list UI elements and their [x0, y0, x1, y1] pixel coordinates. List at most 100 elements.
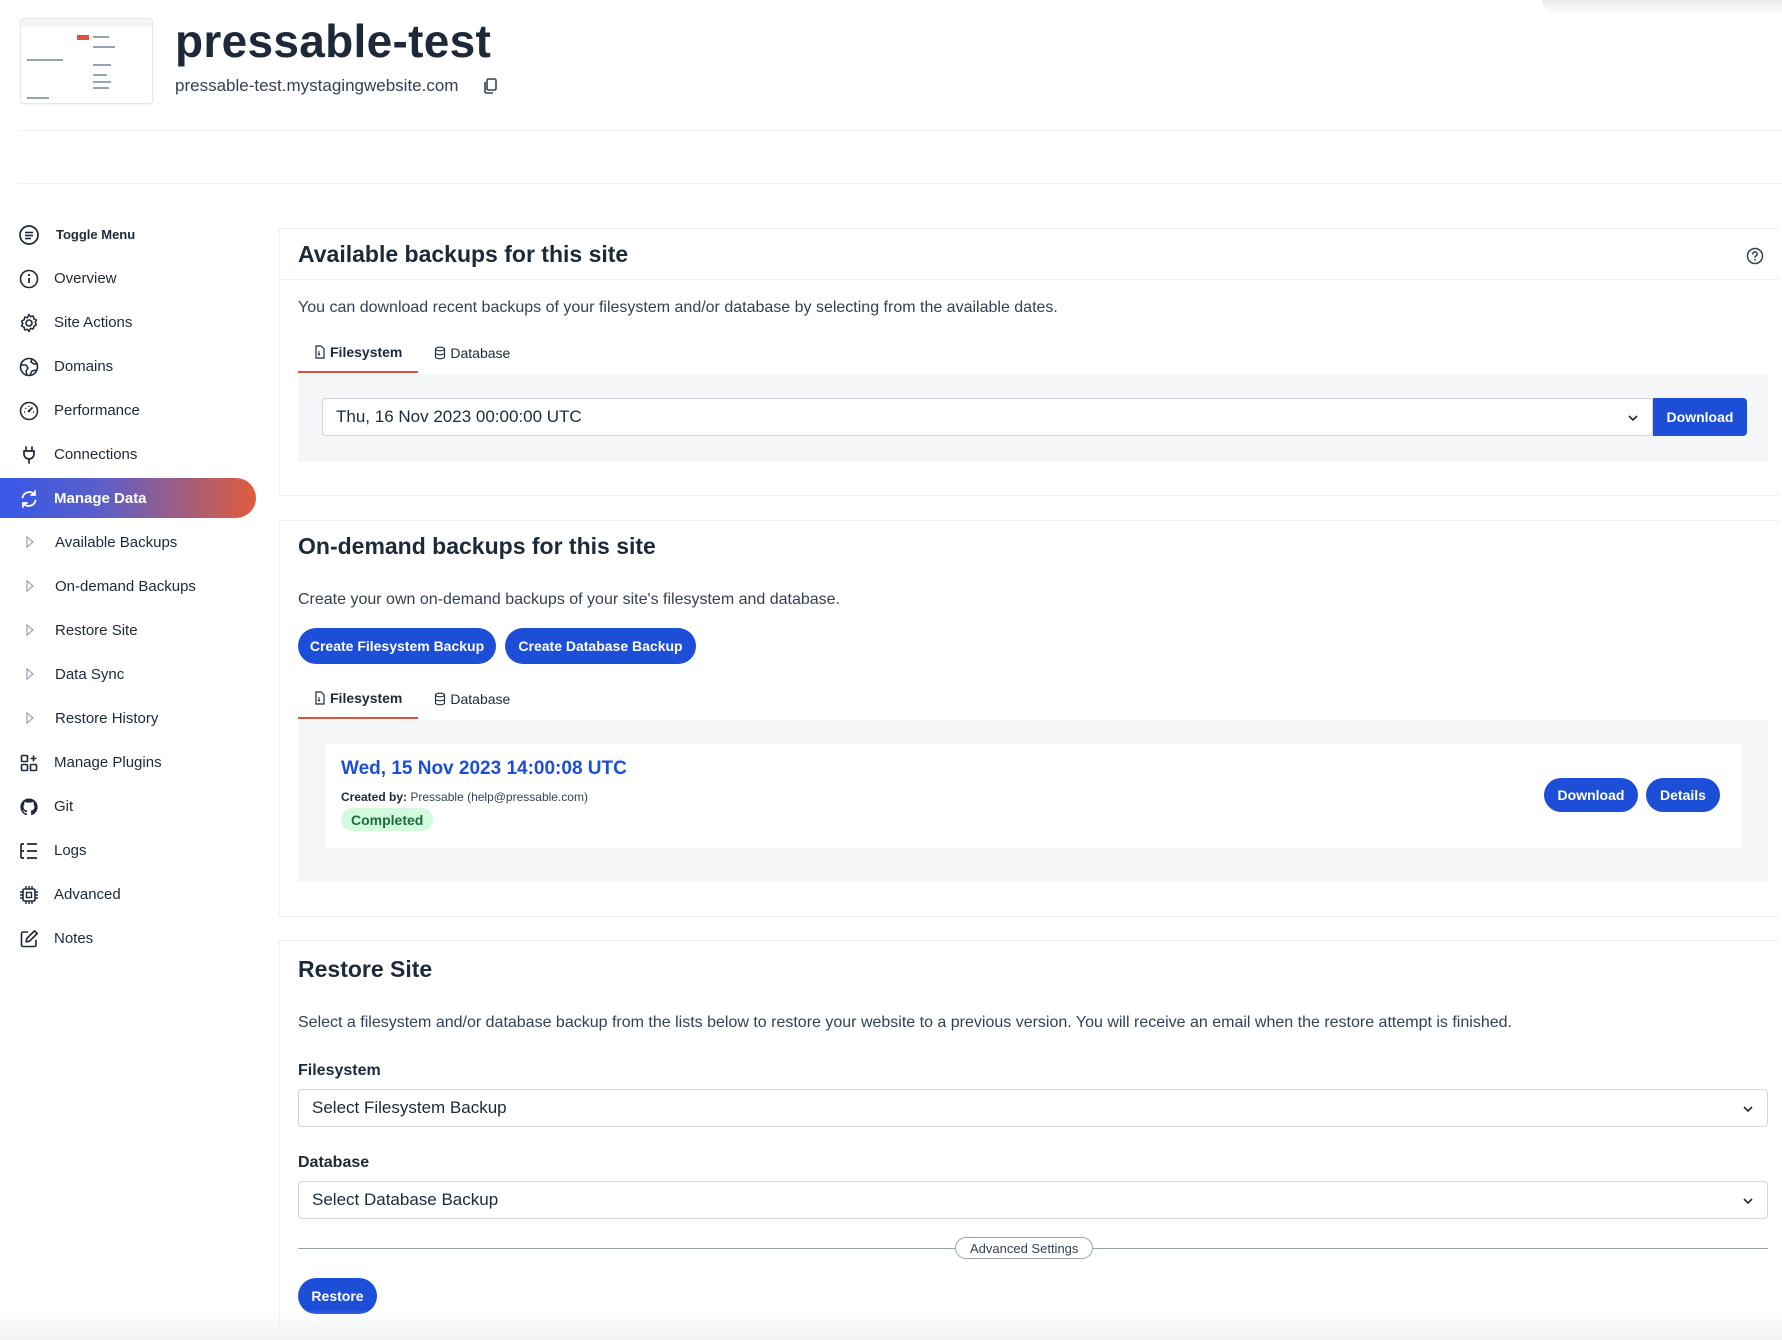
filesystem-panel: Thu, 16 Nov 2023 00:00:00 UTC Download [298, 374, 1768, 462]
database-icon [435, 692, 446, 706]
sidebar-item-label: Available Backups [55, 534, 178, 551]
chevron-down-icon [1743, 1106, 1753, 1113]
caret-right-icon [26, 624, 34, 636]
filesystem-backups-panel: Wed, 15 Nov 2023 14:00:08 UTC Created by… [298, 720, 1768, 882]
menu-icon [19, 225, 39, 245]
sidebar-item-site-actions[interactable]: Site Actions [0, 302, 256, 342]
sidebar-item-label: Restore History [55, 710, 159, 727]
tab-database[interactable]: Database [418, 679, 526, 719]
sidebar-item-overview[interactable]: Overview [0, 258, 256, 298]
divider [18, 130, 1782, 131]
card-description: Select a filesystem and/or database back… [298, 1014, 1512, 1031]
copy-icon[interactable] [480, 76, 500, 96]
backup-type-tabs: Filesystem Database [298, 333, 526, 373]
sidebar-item-label: Logs [54, 842, 87, 859]
tab-database[interactable]: Database [418, 333, 526, 373]
backup-type-tabs: Filesystem Database [298, 679, 526, 719]
site-thumbnail[interactable] [20, 18, 153, 104]
sidebar-item-advanced[interactable]: Advanced [0, 874, 256, 914]
edit-icon [20, 930, 38, 948]
backup-date-select[interactable]: Thu, 16 Nov 2023 00:00:00 UTC [322, 398, 1653, 436]
site-url[interactable]: pressable-test.mystagingwebsite.com [175, 76, 458, 96]
database-label: Database [298, 1154, 370, 1171]
sidebar-item-label: Data Sync [55, 666, 125, 683]
backup-date[interactable]: Wed, 15 Nov 2023 14:00:08 UTC [341, 758, 627, 780]
sidebar-item-domains[interactable]: Domains [0, 346, 256, 386]
toggle-menu-button[interactable]: Toggle Menu [0, 214, 256, 254]
backup-download-button[interactable]: Download [1544, 778, 1638, 812]
select-placeholder: Select Database Backup [312, 1190, 499, 1209]
selected-date: Thu, 16 Nov 2023 00:00:00 UTC [336, 407, 582, 426]
chevron-down-icon [1743, 1198, 1753, 1205]
database-backup-select[interactable]: Select Database Backup [298, 1181, 1768, 1219]
card-title: On-demand backups for this site [298, 533, 656, 559]
sidebar-item-label: Restore Site [55, 622, 138, 639]
tab-label: Filesystem [330, 690, 403, 706]
database-icon [435, 346, 446, 360]
restore-site-card: Restore Site Select a filesystem and/or … [279, 940, 1779, 1340]
sidebar-item-label: Manage Plugins [54, 754, 162, 771]
backup-details-button[interactable]: Details [1646, 778, 1720, 812]
sync-icon [21, 490, 37, 508]
caret-right-icon [26, 668, 34, 680]
sidebar-subitem-restore-history[interactable]: Restore History [0, 698, 256, 738]
list-icon [20, 843, 37, 859]
info-icon [19, 269, 39, 289]
card-title: Restore Site [298, 956, 433, 982]
sidebar-item-logs[interactable]: Logs [0, 830, 256, 870]
gear-icon [20, 313, 38, 333]
sidebar-item-notes[interactable]: Notes [0, 918, 256, 958]
chip-icon [20, 886, 38, 904]
card-description: Create your own on-demand backups of you… [298, 591, 841, 608]
available-backups-card: Available backups for this site You can … [279, 228, 1779, 496]
sidebar-item-label: Overview [54, 270, 117, 287]
caret-right-icon [26, 712, 34, 724]
sidebar-item-connections[interactable]: Connections [0, 434, 256, 474]
sidebar-item-label: Domains [54, 358, 114, 375]
sidebar-item-manage-plugins[interactable]: Manage Plugins [0, 742, 256, 782]
gauge-icon [19, 401, 39, 421]
help-icon[interactable] [1745, 246, 1765, 266]
status-badge: Completed [341, 808, 434, 831]
sidebar-item-label: Site Actions [54, 314, 133, 331]
sidebar-item-label: Notes [54, 930, 94, 947]
sidebar-item-label: Performance [54, 402, 140, 419]
backup-list-item: Wed, 15 Nov 2023 14:00:08 UTC Created by… [325, 744, 1742, 848]
sidebar-item-label: On-demand Backups [55, 578, 196, 595]
github-icon [20, 798, 38, 816]
select-placeholder: Select Filesystem Backup [312, 1098, 507, 1117]
tab-label: Database [450, 691, 511, 707]
sidebar-subitem-ondemand-backups[interactable]: On-demand Backups [0, 566, 256, 606]
tab-filesystem[interactable]: Filesystem [298, 679, 419, 719]
sidebar-item-label: Connections [54, 446, 138, 463]
create-database-backup-button[interactable]: Create Database Backup [505, 628, 696, 664]
sidebar-item-manage-data[interactable]: Manage Data [0, 478, 256, 518]
sidebar-item-performance[interactable]: Performance [0, 390, 256, 430]
backup-created-by: Created by: Pressable (help@pressable.co… [341, 790, 588, 804]
card-title: Available backups for this site [298, 241, 629, 267]
tab-label: Filesystem [330, 344, 403, 360]
caret-right-icon [26, 580, 34, 592]
download-button[interactable]: Download [1653, 398, 1747, 436]
sidebar-subitem-restore-site[interactable]: Restore Site [0, 610, 256, 650]
divider [18, 183, 1782, 184]
sidebar-subitem-data-sync[interactable]: Data Sync [0, 654, 256, 694]
sidebar-item-git[interactable]: Git [0, 786, 256, 826]
plug-icon [23, 446, 35, 464]
chevron-down-icon [1628, 415, 1638, 422]
create-filesystem-backup-button[interactable]: Create Filesystem Backup [298, 628, 496, 664]
tab-label: Database [450, 345, 511, 361]
ondemand-backups-card: On-demand backups for this site Create y… [279, 520, 1779, 917]
card-description: You can download recent backups of your … [298, 299, 1058, 316]
advanced-settings-toggle[interactable]: Advanced Settings [955, 1237, 1094, 1259]
restore-button[interactable]: Restore [298, 1278, 377, 1314]
filesystem-backup-select[interactable]: Select Filesystem Backup [298, 1089, 1768, 1127]
tab-filesystem[interactable]: Filesystem [298, 333, 419, 373]
globe-icon [19, 357, 39, 377]
plugins-icon [20, 754, 38, 772]
sidebar-item-label: Manage Data [54, 490, 147, 507]
file-icon [315, 691, 325, 705]
caret-right-icon [26, 536, 34, 548]
sidebar-subitem-available-backups[interactable]: Available Backups [0, 522, 256, 562]
site-title: pressable-test [175, 15, 492, 67]
